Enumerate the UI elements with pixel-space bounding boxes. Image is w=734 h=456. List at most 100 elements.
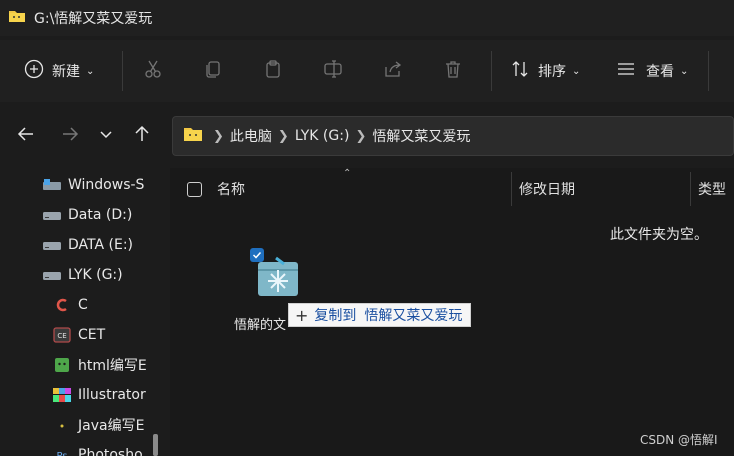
breadcrumb-current-folder[interactable]: 悟解又菜又爱玩	[372, 126, 470, 146]
sidebar-item-label: Windows-S	[68, 177, 145, 193]
arrow-left-icon	[17, 125, 35, 147]
sidebar-item-photoshop[interactable]: Ps Photosho	[52, 440, 143, 456]
folder-icon	[183, 126, 203, 146]
sidebar-item-illustrator[interactable]: Illustrator	[52, 380, 146, 410]
delete-icon	[443, 59, 463, 83]
sort-label: 排序	[538, 64, 566, 80]
paste-button[interactable]	[243, 51, 303, 91]
new-label: 新建	[52, 64, 80, 80]
command-bar: 新建 ⌄ 排序 ⌄ 查看 ⌄	[0, 40, 734, 102]
drop-tooltip-target: 悟解又菜又爱玩	[364, 308, 463, 324]
title-bar: G:\悟解又菜又爱玩	[0, 0, 734, 36]
cut-button[interactable]	[123, 51, 183, 91]
address-bar[interactable]: ❯ 此电脑 ❯ LYK (G:) ❯ 悟解又菜又爱玩	[172, 116, 734, 156]
drop-tooltip-action: 复制到	[314, 308, 357, 324]
arrow-right-icon	[61, 125, 79, 147]
checkmark-icon	[250, 248, 264, 262]
column-divider[interactable]	[511, 172, 512, 206]
sidebar-item-label: Java编写E	[78, 418, 145, 434]
view-button[interactable]: 查看 ⌄	[604, 51, 708, 91]
arrow-up-icon	[133, 125, 151, 147]
empty-folder-message: 此文件夹为空。	[610, 227, 708, 243]
breadcrumb-drive-g[interactable]: LYK (G:)	[295, 128, 350, 144]
sidebar-item-windows[interactable]: Windows-S	[42, 170, 144, 200]
drive-os-icon	[42, 177, 62, 193]
sidebar-item-html[interactable]: html编写E	[52, 350, 147, 380]
chevron-down-icon: ⌄	[572, 65, 581, 77]
dragged-file-label: 悟解的文	[234, 318, 287, 333]
chevron-right-icon: ❯	[213, 128, 224, 144]
drive-icon	[42, 207, 62, 223]
sidebar-item-data-d[interactable]: Data (D:)	[42, 200, 132, 230]
chevron-down-icon: ⌄	[680, 65, 689, 77]
column-header-name[interactable]: 名称 ⌃	[217, 168, 507, 204]
sort-icon	[510, 59, 530, 83]
illustrator-folder-icon	[52, 387, 72, 403]
navigation-pane: Windows-S Data (D:) DATA (E:) LYK (G:) C…	[0, 168, 162, 456]
select-all-checkbox[interactable]	[187, 174, 202, 204]
rename-button[interactable]	[303, 51, 363, 91]
chevron-down-icon: ⌄	[86, 65, 95, 77]
recent-locations-button[interactable]	[90, 116, 122, 156]
sidebar-item-label: LYK (G:)	[68, 267, 123, 283]
column-header-modified[interactable]: 修改日期	[519, 174, 575, 204]
column-header-type[interactable]: 类型	[698, 174, 726, 204]
sidebar-item-java[interactable]: Java编写E	[52, 410, 144, 440]
sidebar-item-c[interactable]: C	[52, 290, 88, 320]
watermark: CSDN @悟解I	[640, 433, 718, 447]
paste-icon	[263, 59, 283, 83]
drop-tooltip: + 复制到 悟解又菜又爱玩	[288, 303, 472, 327]
cut-icon	[143, 59, 163, 83]
java-folder-icon	[52, 417, 72, 433]
checkbox-icon	[187, 181, 202, 197]
drive-icon	[42, 267, 62, 283]
delete-button[interactable]	[423, 51, 483, 91]
column-header-label: 类型	[698, 182, 726, 198]
svg-text:CE: CE	[57, 332, 66, 340]
up-button[interactable]	[122, 116, 162, 156]
copy-icon	[203, 59, 223, 83]
sidebar-item-label: Illustrator	[78, 387, 146, 403]
sidebar-item-label: C	[78, 297, 88, 313]
sidebar-item-lyk-g[interactable]: LYK (G:)	[42, 260, 123, 290]
chevron-right-icon: ❯	[355, 128, 367, 144]
view-label: 查看	[646, 64, 674, 80]
sort-ascending-icon: ⌃	[343, 168, 352, 179]
sidebar-item-label: html编写E	[78, 358, 147, 374]
sidebar-item-label: DATA (E:)	[68, 237, 134, 253]
toolbar-divider	[708, 51, 709, 91]
navigation-bar: ❯ 此电脑 ❯ LYK (G:) ❯ 悟解又菜又爱玩	[0, 110, 734, 162]
c-app-icon	[52, 297, 72, 313]
sidebar-item-label: Photosho	[78, 447, 143, 456]
drive-icon	[42, 237, 62, 253]
copy-button[interactable]	[183, 51, 243, 91]
back-button[interactable]	[6, 116, 46, 156]
html-folder-icon	[52, 357, 72, 373]
sidebar-scrollbar[interactable]	[153, 434, 158, 456]
sidebar-item-data-e[interactable]: DATA (E:)	[42, 230, 133, 260]
new-button[interactable]: 新建 ⌄	[0, 51, 122, 91]
sidebar-item-label: Data (D:)	[68, 207, 133, 223]
svg-text:Ps: Ps	[56, 451, 67, 456]
sidebar-item-label: CET	[78, 327, 106, 343]
sidebar-item-cet[interactable]: CE CET	[52, 320, 105, 350]
cet-folder-icon: CE	[52, 327, 72, 343]
new-icon	[24, 59, 44, 83]
plus-icon: +	[295, 305, 309, 325]
share-icon	[383, 59, 403, 83]
column-header-label: 名称	[217, 182, 245, 198]
folder-icon	[8, 9, 26, 27]
forward-button[interactable]	[50, 116, 90, 156]
sort-button[interactable]: 排序 ⌄	[492, 51, 604, 91]
chevron-down-icon	[99, 127, 113, 145]
chevron-right-icon: ❯	[277, 128, 289, 144]
share-button[interactable]	[363, 51, 423, 91]
photoshop-folder-icon: Ps	[52, 447, 72, 456]
rename-icon	[323, 59, 343, 83]
file-list: 名称 ⌃ 修改日期 类型 此文件夹为空。 悟解的文 + 复制到 悟解又菜又爱玩 …	[170, 168, 734, 456]
column-header-label: 修改日期	[519, 182, 575, 198]
window-title: G:\悟解又菜又爱玩	[34, 11, 153, 27]
view-icon	[616, 59, 636, 83]
column-divider[interactable]	[690, 172, 691, 206]
breadcrumb-this-pc[interactable]: 此电脑	[230, 126, 272, 146]
